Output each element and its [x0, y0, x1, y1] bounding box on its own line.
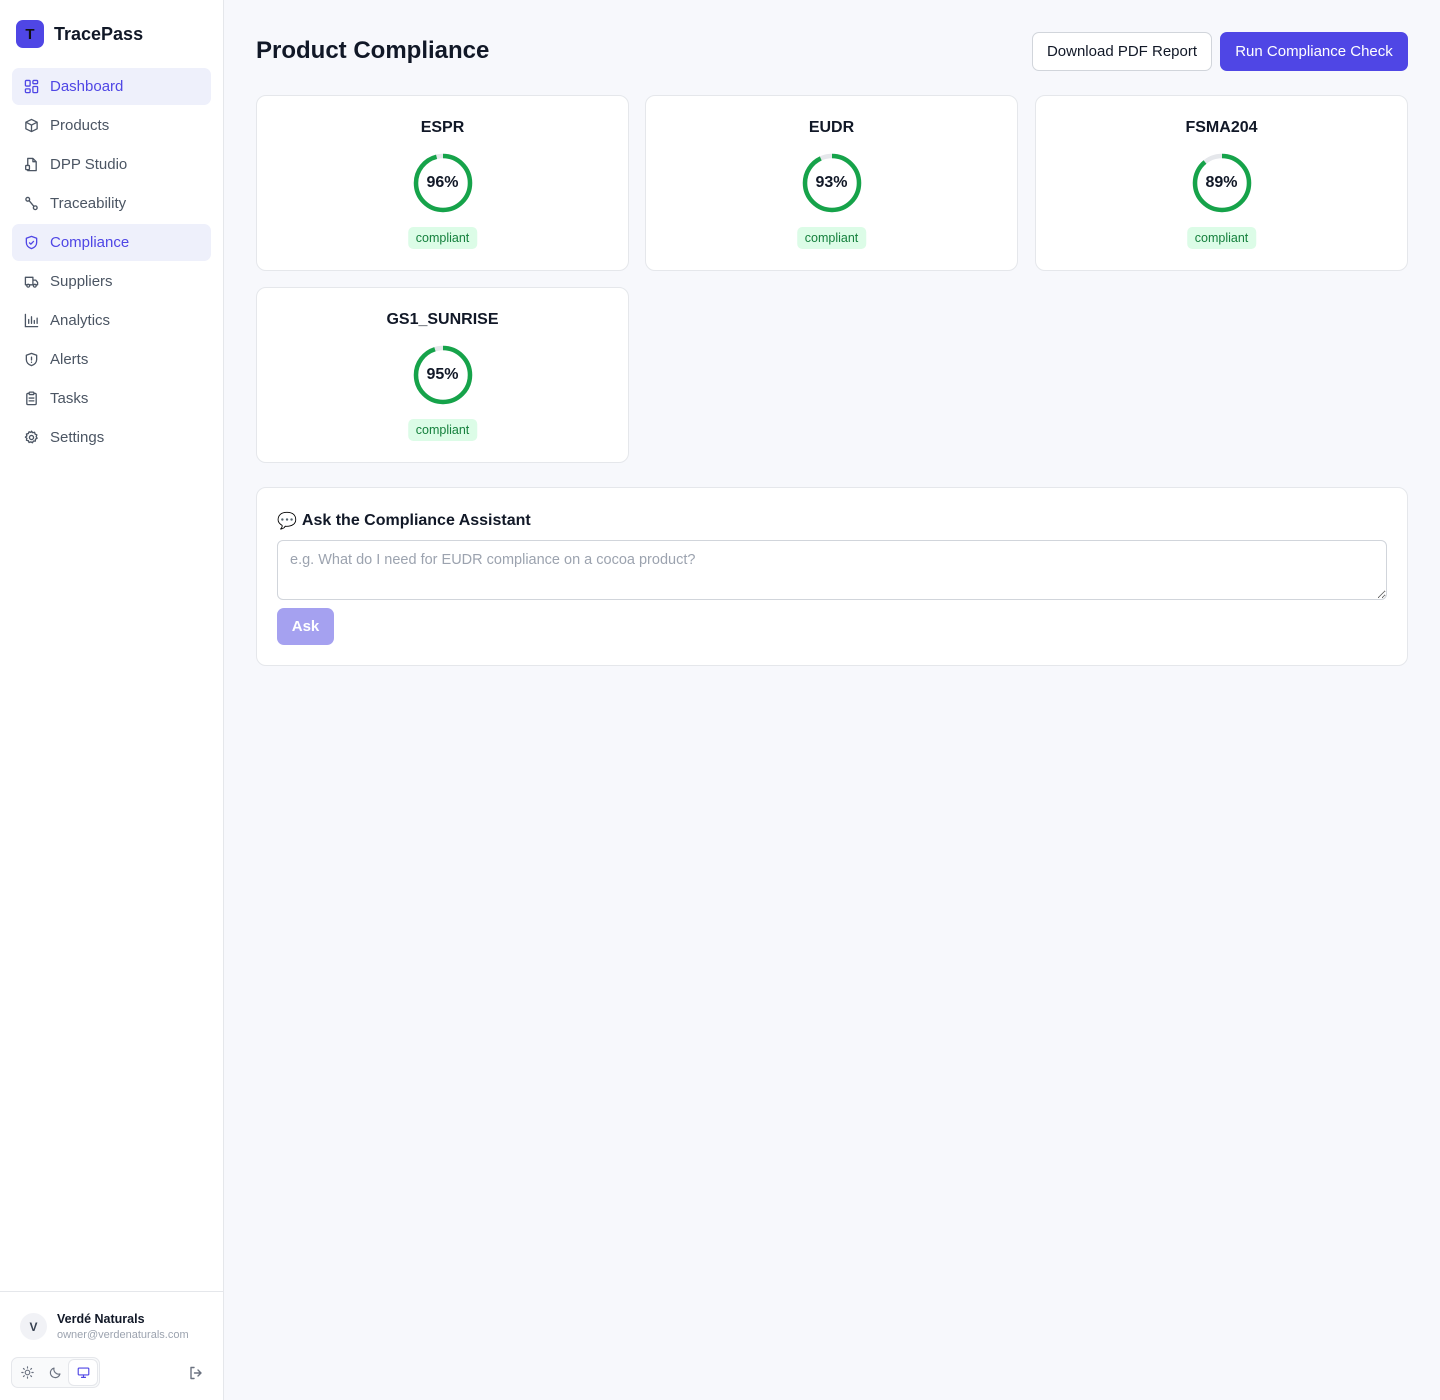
ask-button[interactable]: Ask	[277, 608, 334, 645]
sidebar-item-tasks[interactable]: Tasks	[12, 380, 211, 417]
status-badge: compliant	[407, 227, 478, 249]
clipboard-icon	[26, 391, 37, 406]
sidebar-item-label: Tasks	[50, 390, 89, 407]
status-badge: compliant	[1186, 227, 1257, 249]
score-label: 96%	[426, 174, 459, 191]
sidebar-item-dashboard[interactable]: Dashboard	[12, 68, 211, 105]
avatar: V	[20, 1313, 47, 1340]
sidebar-item-label: Traceability	[50, 195, 127, 212]
framework-name: ESPR	[420, 119, 465, 136]
sidebar-item-dpp-studio[interactable]: DPP Studio	[12, 146, 211, 183]
run-compliance-check-button[interactable]: Run Compliance Check	[1220, 32, 1408, 71]
monitor-icon	[77, 1367, 90, 1378]
sidebar-item-label: Analytics	[50, 312, 111, 329]
sidebar-item-label: Products	[50, 117, 110, 134]
theme-system-button[interactable]	[69, 1360, 98, 1385]
framework-name: GS1_SUNRISE	[386, 311, 499, 328]
score-label: 95%	[426, 366, 459, 383]
page-title: Product Compliance	[256, 37, 490, 64]
sidebar-item-alerts[interactable]: Alerts	[12, 341, 211, 378]
theme-dark-button[interactable]	[42, 1360, 70, 1385]
compliance-assistant-panel: 💬 Ask the Compliance Assistant Ask	[256, 487, 1408, 666]
sidebar-item-traceability[interactable]: Traceability	[12, 185, 211, 222]
moon-icon	[49, 1367, 61, 1379]
sidebar-item-label: Compliance	[50, 234, 130, 251]
sidebar-item-label: Suppliers	[50, 273, 113, 290]
sidebar-item-label: Alerts	[50, 351, 89, 368]
shield-alert-icon	[25, 352, 38, 367]
score-ring: 96%	[413, 153, 473, 213]
user-name: Verdé Naturals	[57, 1312, 145, 1326]
sidebar-nav: Dashboard Products DPP Studio Traceabili…	[12, 68, 211, 458]
theme-toggle	[11, 1357, 100, 1388]
app-logo: T	[16, 20, 44, 48]
score-ring: 89%	[1192, 153, 1252, 213]
sidebar-item-products[interactable]: Products	[12, 107, 211, 144]
route-icon	[25, 196, 38, 211]
grid-icon	[24, 79, 39, 94]
status-badge: compliant	[796, 227, 867, 249]
sidebar-item-suppliers[interactable]: Suppliers	[12, 263, 211, 300]
assistant-heading: 💬 Ask the Compliance Assistant	[277, 511, 531, 531]
framework-card: ESPR 96% compliant	[256, 95, 629, 271]
shield-check-icon	[25, 235, 38, 250]
framework-name: FSMA204	[1185, 119, 1258, 136]
framework-card: FSMA204 89% compliant	[1035, 95, 1408, 271]
user-email: owner@verdenaturals.com	[57, 1329, 189, 1341]
sidebar-item-label: DPP Studio	[50, 156, 128, 173]
sidebar: T TracePass Dashboard Products DPP Studi…	[0, 0, 224, 1400]
framework-card: GS1_SUNRISE 95% compliant	[256, 287, 629, 463]
status-badge: compliant	[407, 419, 478, 441]
score-ring: 95%	[413, 345, 473, 405]
sidebar-item-label: Dashboard	[50, 78, 124, 95]
logout-icon[interactable]	[188, 1365, 204, 1381]
assistant-question-input[interactable]	[277, 540, 1387, 600]
brand[interactable]: T TracePass	[16, 20, 143, 48]
assistant-title: Ask the Compliance Assistant	[301, 512, 531, 529]
sidebar-item-compliance[interactable]: Compliance	[12, 224, 211, 261]
framework-card: EUDR 93% compliant	[645, 95, 1018, 271]
framework-name: EUDR	[808, 119, 855, 136]
score-label: 89%	[1205, 174, 1238, 191]
sidebar-item-label: Settings	[50, 429, 105, 446]
speech-bubble-icon: 💬	[277, 513, 297, 530]
user-info[interactable]: V Verdé Naturals owner@verdenaturals.com	[20, 1312, 189, 1341]
user-panel: V Verdé Naturals owner@verdenaturals.com	[0, 1291, 223, 1400]
file-icon	[25, 157, 37, 172]
gear-icon	[24, 430, 38, 444]
sun-icon	[21, 1366, 35, 1379]
theme-light-button[interactable]	[14, 1360, 42, 1385]
truck-icon	[24, 276, 39, 288]
sidebar-item-settings[interactable]: Settings	[12, 419, 211, 456]
download-pdf-button[interactable]: Download PDF Report	[1032, 32, 1212, 71]
app-name: TracePass	[54, 23, 144, 44]
score-label: 93%	[815, 174, 848, 191]
bar-chart-icon	[24, 313, 39, 328]
score-ring: 93%	[802, 153, 862, 213]
box-icon	[25, 118, 38, 133]
sidebar-item-analytics[interactable]: Analytics	[12, 302, 211, 339]
